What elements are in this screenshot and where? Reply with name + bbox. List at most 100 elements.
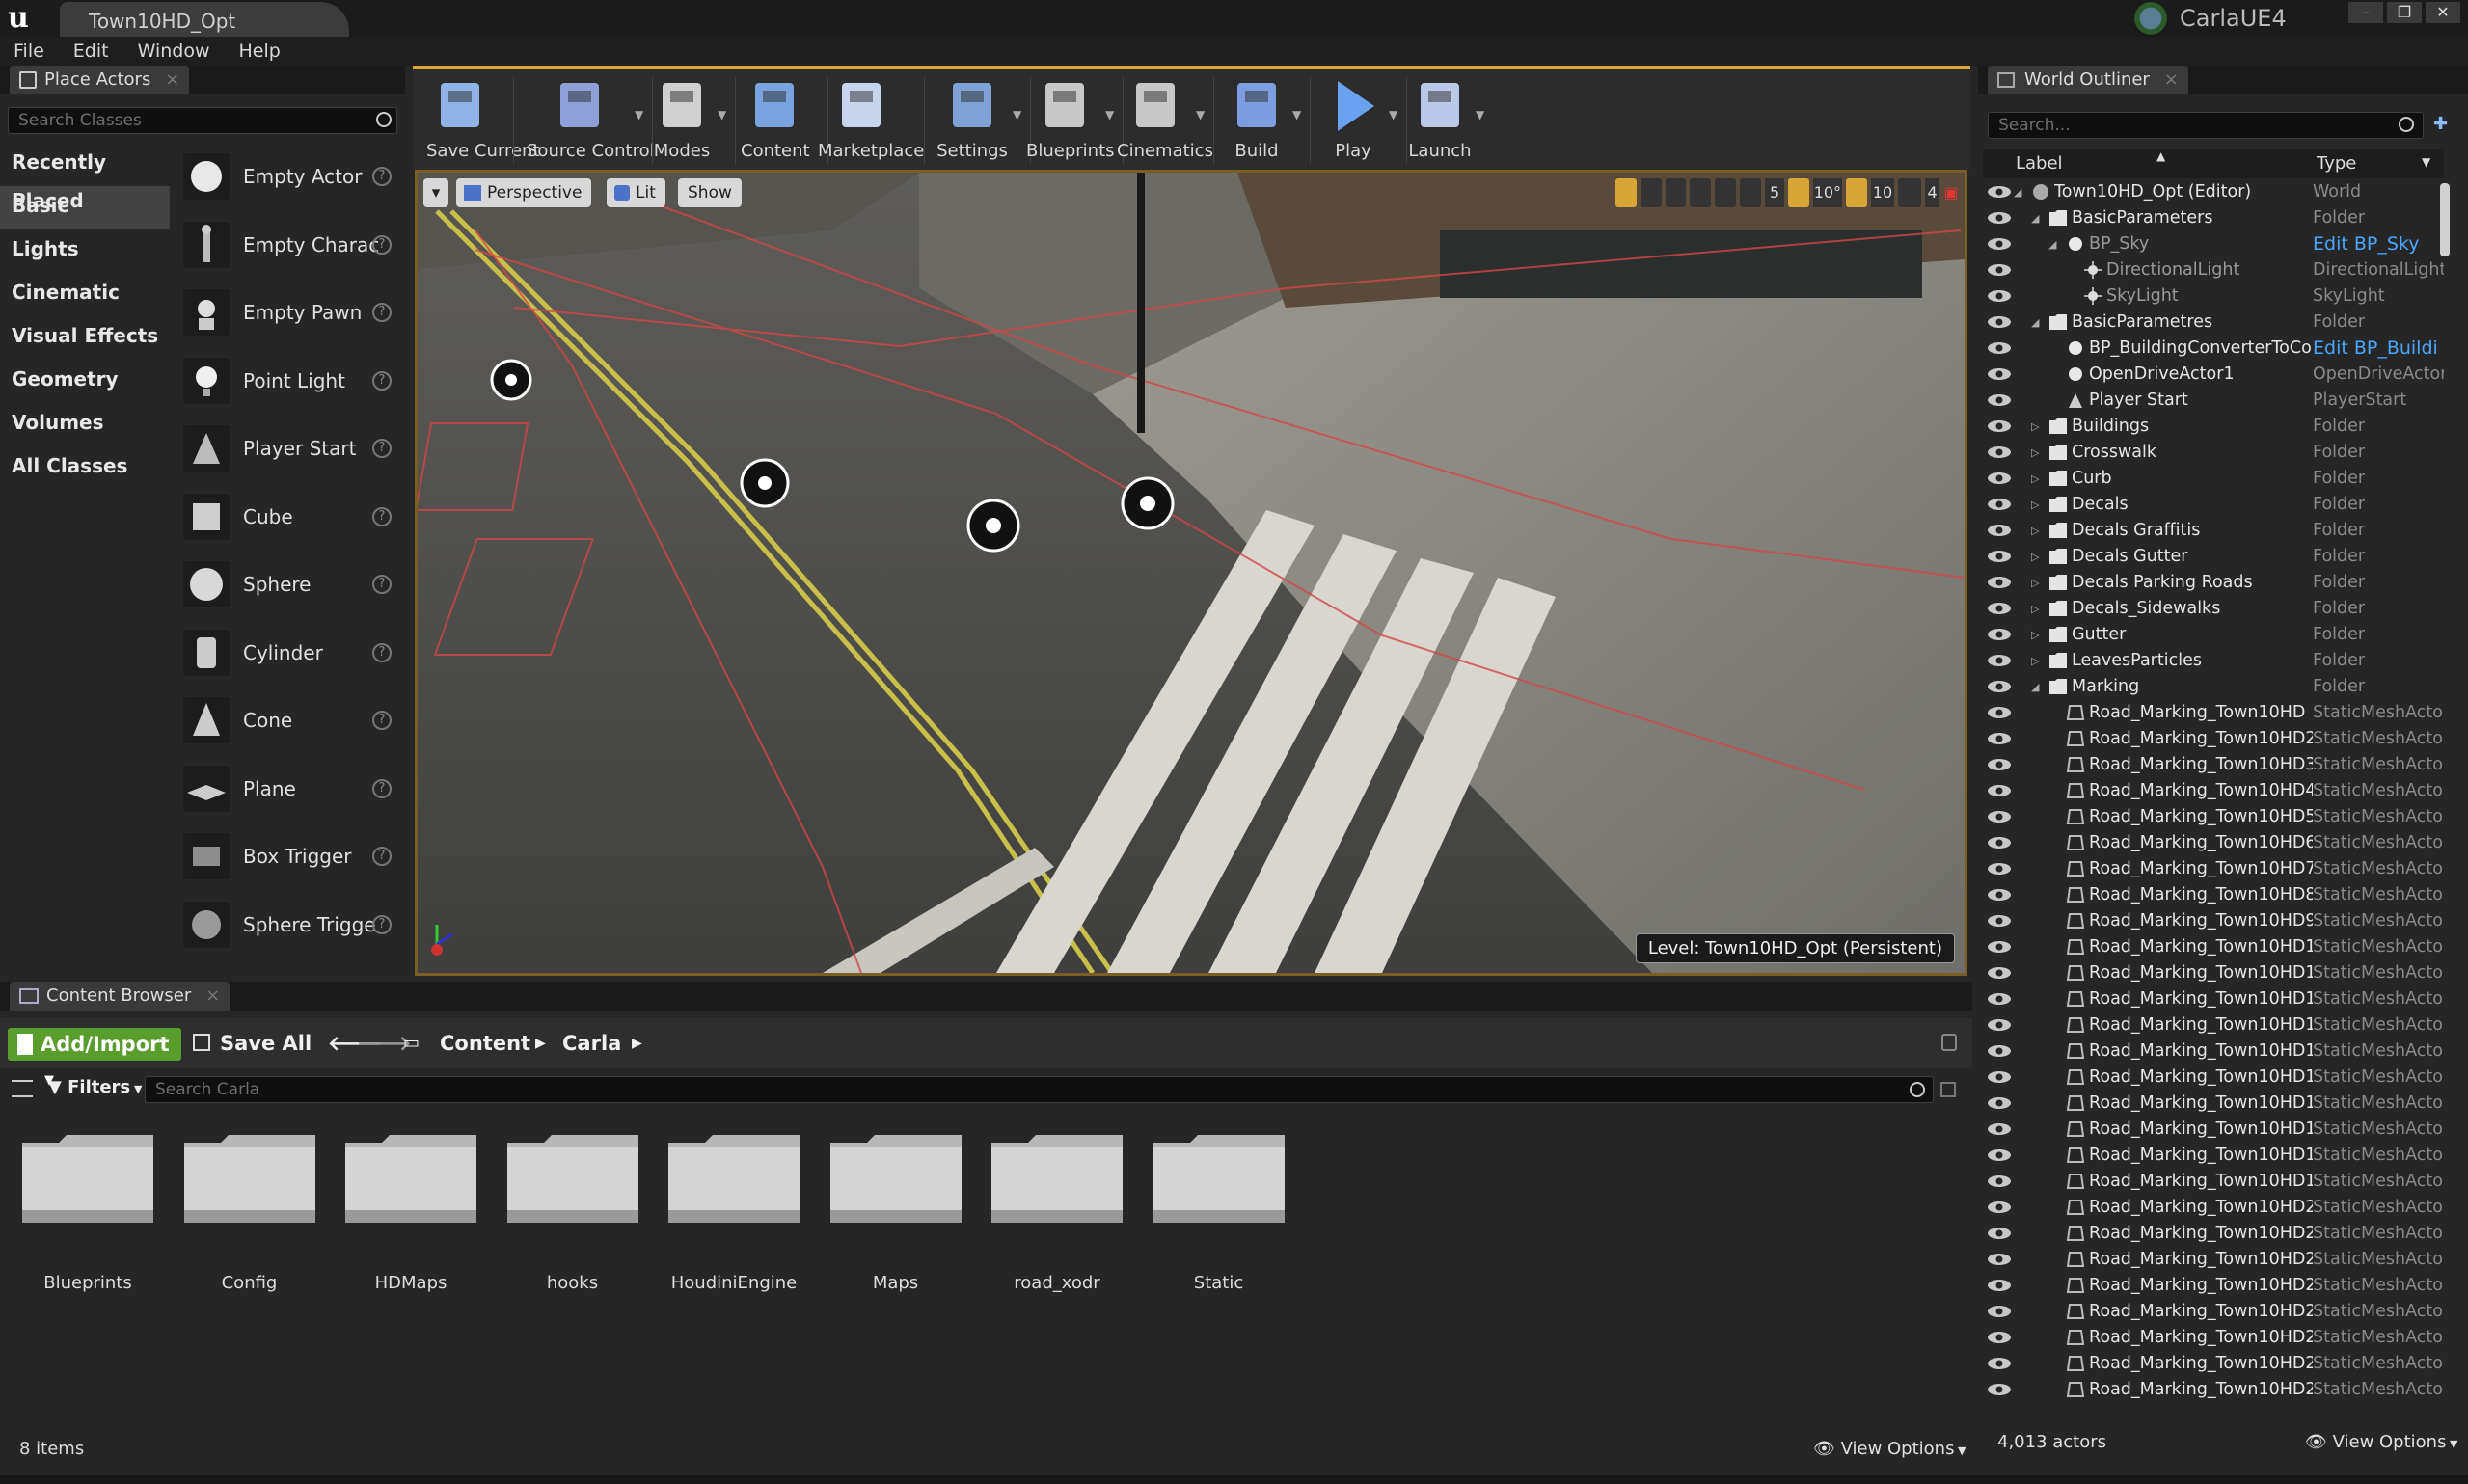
outliner-row[interactable]: SkyLight SkyLight xyxy=(1983,283,2444,310)
outliner-scrollbar[interactable] xyxy=(2440,183,2450,256)
collapsed-arrow-icon[interactable]: ▷ xyxy=(2031,596,2039,622)
scale-snap-value[interactable]: 10 xyxy=(1870,178,1895,207)
minimize-button[interactable]: – xyxy=(2348,2,2383,23)
category-basic[interactable]: Basic xyxy=(0,186,170,229)
outliner-row[interactable]: Road_Marking_Town10HD StaticMeshActo xyxy=(1983,700,2444,726)
visibility-eye-icon[interactable] xyxy=(1987,576,2012,589)
menu-window[interactable]: Window xyxy=(138,37,210,66)
visibility-eye-icon[interactable] xyxy=(1987,732,2012,745)
outliner-row[interactable]: Road_Marking_Town10HD24 StaticMeshActo xyxy=(1983,1299,2444,1325)
outliner-row[interactable]: Road_Marking_Town10HD21 StaticMeshActo xyxy=(1983,1221,2444,1247)
visibility-eye-icon[interactable] xyxy=(1987,940,2012,954)
actor-item-cone[interactable]: Cone? xyxy=(172,687,405,755)
toolbar-settings-button[interactable]: Settings xyxy=(934,75,1011,172)
visibility-eye-icon[interactable] xyxy=(1987,263,2012,277)
help-icon[interactable]: ? xyxy=(372,711,392,731)
save-search-icon[interactable] xyxy=(1940,1082,1956,1097)
toolbar-dropdown-icon[interactable]: ▼ xyxy=(718,108,726,121)
search-icon[interactable] xyxy=(2399,117,2414,132)
visibility-eye-icon[interactable] xyxy=(1987,966,2012,980)
toolbar-dropdown-icon[interactable]: ▼ xyxy=(1292,108,1301,121)
outliner-row[interactable]: ▷ Crosswalk Folder xyxy=(1983,440,2444,466)
rotation-snap-value[interactable]: 10° xyxy=(1813,178,1842,207)
visibility-eye-icon[interactable] xyxy=(1987,1227,2012,1240)
visibility-eye-icon[interactable] xyxy=(1987,1044,2012,1058)
outliner-row[interactable]: ▷ LeavesParticles Folder xyxy=(1983,648,2444,674)
outliner-row[interactable]: Road_Marking_Town10HD3 StaticMeshActo xyxy=(1983,752,2444,778)
category-lights[interactable]: Lights xyxy=(0,229,170,273)
help-icon[interactable]: ? xyxy=(372,303,392,323)
expanded-arrow-icon[interactable]: ◢ xyxy=(2031,310,2039,336)
grid-snap-icon[interactable] xyxy=(1740,178,1761,207)
collapsed-arrow-icon[interactable]: ▷ xyxy=(2031,544,2039,570)
add-filter-icon[interactable]: ✚ xyxy=(2433,114,2454,135)
collapsed-arrow-icon[interactable]: ▷ xyxy=(2031,440,2039,466)
camera-speed-icon[interactable] xyxy=(1898,178,1921,207)
menu-file[interactable]: File xyxy=(14,37,44,66)
save-all-button[interactable]: Save All xyxy=(193,1018,312,1068)
level-tab[interactable]: Town10HD_Opt xyxy=(60,2,349,37)
outliner-row[interactable]: BP_BuildingConverterToCo Edit BP_Buildi xyxy=(1983,336,2444,362)
visibility-eye-icon[interactable] xyxy=(1987,1305,2012,1318)
visibility-eye-icon[interactable] xyxy=(1987,784,2012,797)
close-button[interactable]: ✕ xyxy=(2426,2,2460,23)
scale-snap-icon[interactable] xyxy=(1845,178,1867,207)
tab-close-icon[interactable]: × xyxy=(205,982,220,1011)
toolbar-build-button[interactable]: Build xyxy=(1223,75,1290,172)
toolbar-marketplace-button[interactable]: Marketplace xyxy=(818,75,924,172)
outliner-search-input[interactable]: Search... xyxy=(1988,112,2424,139)
category-recently-placed[interactable]: Recently Placed xyxy=(0,143,170,212)
help-icon[interactable]: ? xyxy=(372,167,392,187)
outliner-row[interactable]: ◢ BasicParameters Folder xyxy=(1983,205,2444,231)
outliner-row[interactable]: Road_Marking_Town10HD16 StaticMeshActo xyxy=(1983,1091,2444,1117)
visibility-eye-icon[interactable] xyxy=(1987,237,2012,251)
show-button[interactable]: Show xyxy=(678,178,742,207)
help-icon[interactable]: ? xyxy=(372,506,392,526)
outliner-row[interactable]: Road_Marking_Town10HD15 StaticMeshActo xyxy=(1983,1065,2444,1091)
actor-gizmo[interactable] xyxy=(740,458,790,508)
help-icon[interactable]: ? xyxy=(372,575,392,595)
outliner-row[interactable]: Road_Marking_Town10HD20 StaticMeshActo xyxy=(1983,1195,2444,1221)
outliner-row[interactable]: Road_Marking_Town10HD14 StaticMeshActo xyxy=(1983,1039,2444,1065)
outliner-row[interactable]: Road_Marking_Town10HD13 StaticMeshActo xyxy=(1983,1012,2444,1039)
outliner-row[interactable]: Road_Marking_Town10HD12 StaticMeshActo xyxy=(1983,986,2444,1012)
translate-icon[interactable] xyxy=(1615,178,1637,207)
toolbar-dropdown-icon[interactable]: ▼ xyxy=(1105,108,1114,121)
help-icon[interactable]: ? xyxy=(372,847,392,867)
toolbar-launch-button[interactable]: Launch xyxy=(1406,75,1474,172)
tab-close-icon[interactable]: × xyxy=(165,66,179,94)
visibility-eye-icon[interactable] xyxy=(1987,1018,2012,1032)
outliner-row[interactable]: ◢ BP_Sky Edit BP_Sky xyxy=(1983,231,2444,257)
category-volumes[interactable]: Volumes xyxy=(0,403,170,446)
toolbar-source-control-button[interactable]: Source Control xyxy=(527,75,655,172)
outliner-row[interactable]: ▷ Curb Folder xyxy=(1983,466,2444,492)
camera-speed-value[interactable]: 4 xyxy=(1924,178,1940,207)
help-icon[interactable]: ? xyxy=(372,642,392,662)
toolbar-dropdown-icon[interactable]: ▼ xyxy=(1013,108,1021,121)
category-visual-effects[interactable]: Visual Effects xyxy=(0,316,170,360)
breadcrumb-separator-icon[interactable]: ▶ xyxy=(632,1018,642,1068)
help-icon[interactable]: ? xyxy=(372,234,392,255)
outliner-row[interactable]: Road_Marking_Town10HD2 StaticMeshActo xyxy=(1983,726,2444,752)
world-outliner-tab[interactable]: World Outliner × xyxy=(1988,66,2188,94)
toolbar-cinematics-button[interactable]: Cinematics xyxy=(1117,75,1213,172)
toolbar-modes-button[interactable]: Modes xyxy=(648,75,716,172)
visibility-eye-icon[interactable] xyxy=(1987,524,2012,537)
actor-item-empty-charac[interactable]: Empty Charac? xyxy=(172,211,405,280)
visibility-eye-icon[interactable] xyxy=(1987,602,2012,615)
actor-gizmo[interactable] xyxy=(490,359,532,401)
actor-item-box-trigger[interactable]: Box Trigger? xyxy=(172,823,405,891)
maximize-viewport-icon[interactable]: ▣ xyxy=(1943,178,1959,207)
tab-close-icon[interactable]: × xyxy=(2164,66,2179,94)
source-control-status-icon[interactable] xyxy=(2131,0,2170,37)
visibility-eye-icon[interactable] xyxy=(1987,1122,2012,1136)
visibility-eye-icon[interactable] xyxy=(1987,498,2012,511)
folder-blueprints[interactable]: Blueprints xyxy=(15,1133,160,1293)
collapsed-arrow-icon[interactable]: ▷ xyxy=(2031,570,2039,596)
visibility-eye-icon[interactable] xyxy=(1987,367,2012,381)
lit-button[interactable]: Lit xyxy=(607,178,665,207)
outliner-row[interactable]: Player Start PlayerStart xyxy=(1983,388,2444,414)
visibility-eye-icon[interactable] xyxy=(1987,1383,2012,1396)
outliner-row[interactable]: Road_Marking_Town10HD11 StaticMeshActo xyxy=(1983,960,2444,986)
outliner-row[interactable]: Road_Marking_Town10HD18 StaticMeshActo xyxy=(1983,1143,2444,1169)
